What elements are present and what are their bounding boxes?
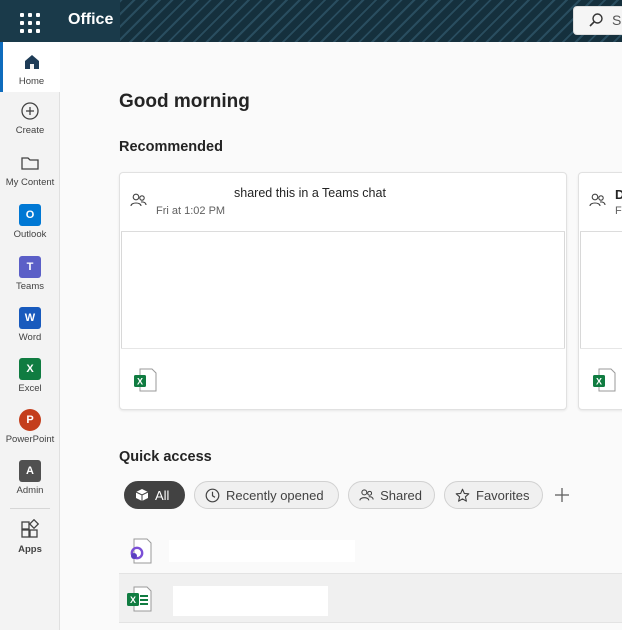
- filter-recently-opened-label: Recently opened: [226, 487, 324, 503]
- file-list-item[interactable]: X: [119, 573, 622, 623]
- card-timestamp-fragment: Fr: [615, 205, 622, 217]
- rail-item-apps[interactable]: Apps: [0, 519, 60, 555]
- top-bar: Office: [0, 0, 622, 42]
- filter-shared-label: Shared: [380, 487, 422, 503]
- header-banner-pattern: [120, 0, 622, 42]
- folder-icon: [21, 157, 39, 170]
- svg-text:X: X: [130, 595, 136, 605]
- card-thumbnail: [580, 231, 622, 349]
- rail-item-powerpoint[interactable]: P PowerPoint: [0, 409, 60, 445]
- recommended-card-partial[interactable]: D Fr X: [578, 172, 622, 410]
- rail-label-apps: Apps: [18, 544, 42, 555]
- people-icon: [589, 193, 606, 207]
- rail-label-my-content: My Content: [5, 177, 55, 188]
- file-name-placeholder: [169, 540, 355, 562]
- rail-label-teams: Teams: [16, 281, 44, 292]
- filter-all-button[interactable]: All: [124, 481, 185, 509]
- outlook-icon: O: [19, 204, 41, 226]
- rail-item-teams[interactable]: T Teams: [0, 256, 60, 292]
- file-name-placeholder: [173, 586, 328, 616]
- recommended-card[interactable]: shared this in a Teams chat Fri at 1:02 …: [119, 172, 567, 410]
- add-filter-plus-icon[interactable]: [553, 486, 571, 504]
- rail-item-create[interactable]: Create: [0, 100, 60, 136]
- home-icon: [24, 55, 39, 69]
- rail-label-outlook: Outlook: [13, 229, 47, 240]
- filter-all-label: All: [155, 487, 170, 503]
- filter-favorites-button[interactable]: Favorites: [444, 481, 543, 509]
- cube-icon: [135, 489, 149, 501]
- rail-item-my-content[interactable]: My Content: [0, 152, 60, 188]
- plus-circle-icon: [21, 102, 39, 120]
- rail-item-excel[interactable]: X Excel: [0, 358, 60, 394]
- filter-shared-button[interactable]: Shared: [348, 481, 435, 509]
- rail-label-word: Word: [18, 332, 42, 343]
- rail-label-powerpoint: PowerPoint: [5, 434, 55, 445]
- card-activity-text: shared this in a Teams chat: [234, 186, 386, 200]
- rail-divider: [10, 508, 50, 509]
- excel-file-icon: X: [593, 368, 616, 392]
- greeting-heading: Good morning: [119, 91, 250, 112]
- filter-recently-opened-button[interactable]: Recently opened: [194, 481, 339, 509]
- excel-file-icon: X: [127, 586, 152, 612]
- teams-icon: T: [19, 256, 41, 278]
- rail-label-admin: Admin: [16, 485, 44, 496]
- recommended-heading: Recommended: [119, 139, 223, 155]
- rail-item-home[interactable]: Home: [0, 42, 60, 92]
- card-timestamp: Fri at 1:02 PM: [156, 205, 226, 217]
- people-icon: [359, 488, 374, 501]
- apps-icon: [21, 519, 40, 538]
- file-list-item[interactable]: [119, 531, 622, 571]
- rail-label-create: Create: [15, 125, 45, 136]
- card-thumbnail: [121, 231, 565, 349]
- filter-favorites-label: Favorites: [476, 487, 530, 503]
- quick-access-heading: Quick access: [119, 449, 212, 465]
- powerpoint-icon: P: [19, 409, 41, 431]
- people-icon: [130, 193, 147, 207]
- search-icon: [589, 13, 603, 27]
- svg-text:X: X: [596, 377, 602, 387]
- card-title-fragment: D: [615, 187, 622, 202]
- word-icon: W: [19, 307, 41, 329]
- clock-icon: [205, 488, 220, 502]
- loop-file-icon: [130, 538, 152, 564]
- star-icon: [455, 488, 470, 502]
- rail-item-outlook[interactable]: O Outlook: [0, 204, 60, 240]
- excel-icon: X: [19, 358, 41, 380]
- app-launcher-waffle-icon[interactable]: [16, 9, 40, 33]
- rail-item-admin[interactable]: A Admin: [0, 460, 60, 496]
- rail-label-excel: Excel: [18, 383, 42, 394]
- rail-item-word[interactable]: W Word: [0, 307, 60, 343]
- excel-file-icon: X: [134, 368, 157, 392]
- office-brand-link[interactable]: Office: [68, 11, 113, 29]
- search-placeholder: Se: [612, 12, 622, 28]
- admin-icon: A: [19, 460, 41, 482]
- rail-label-home: Home: [18, 76, 45, 87]
- svg-text:X: X: [137, 377, 143, 387]
- left-app-rail: Home Create My Content O Outlook T Teams…: [0, 42, 60, 630]
